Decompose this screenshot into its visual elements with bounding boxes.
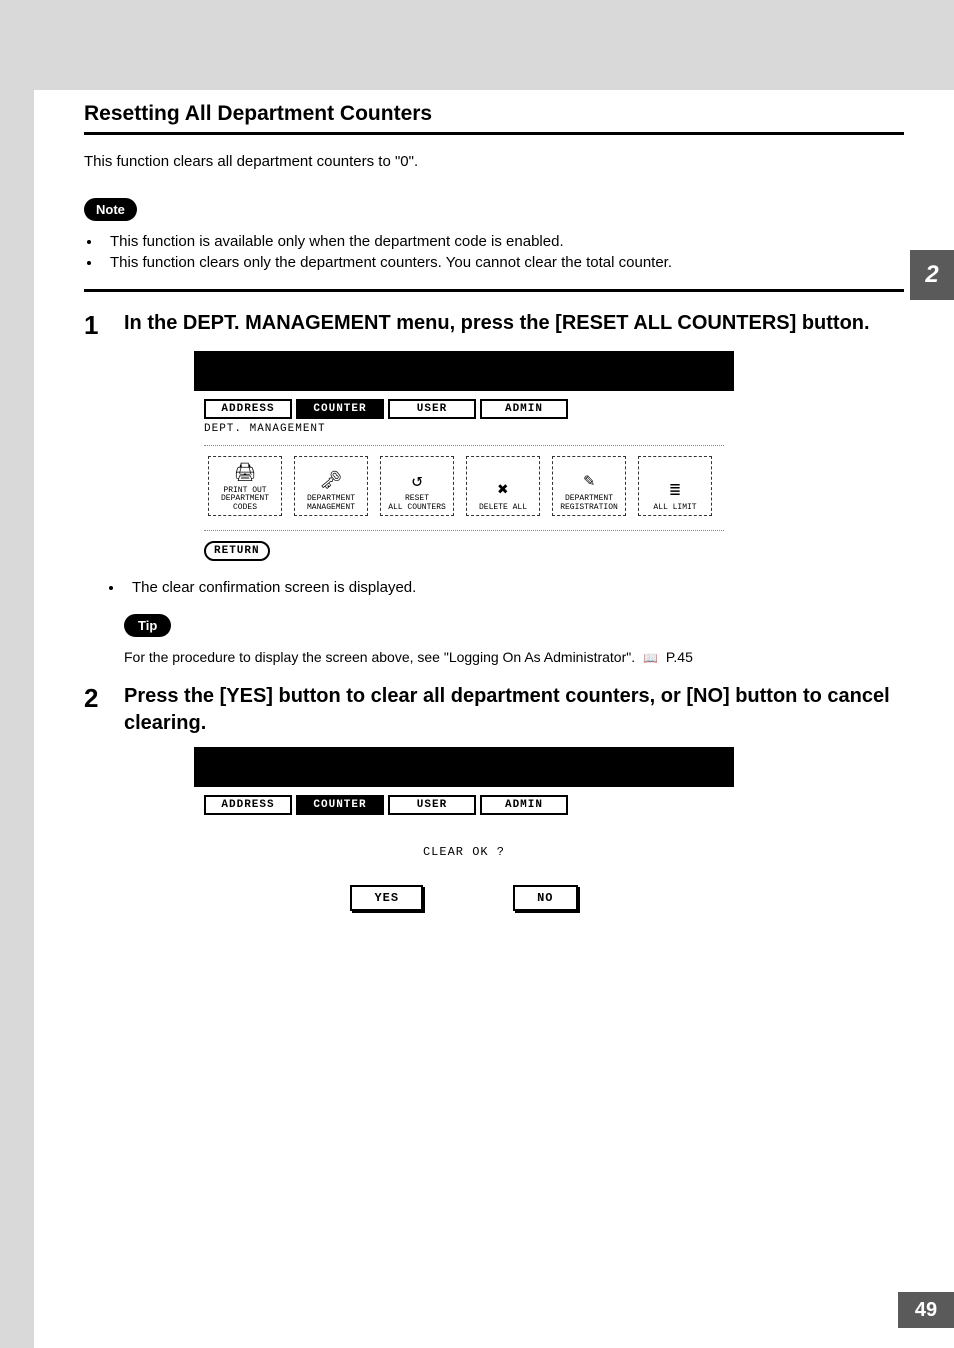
page-number: 49 [898, 1292, 954, 1328]
tab-user[interactable]: USER [388, 795, 476, 815]
tab-admin[interactable]: ADMIN [480, 795, 568, 815]
printer-icon: 🖨 [234, 465, 257, 483]
btn-all-limit[interactable]: ≣ALL LIMIT [638, 456, 712, 516]
tab-row: ADDRESS COUNTER USER ADMIN [204, 399, 724, 419]
confirm-question: CLEAR OK ? [214, 845, 714, 859]
tab-user[interactable]: USER [388, 399, 476, 419]
step1-result: The clear confirmation screen is display… [124, 579, 904, 596]
page-reference: P.45 [666, 649, 693, 665]
intro-text: This function clears all department coun… [84, 153, 904, 170]
btn-delete-all[interactable]: ✖DELETE ALL [466, 456, 540, 516]
key-icon: 🗝 [320, 473, 343, 491]
screen-subheader: DEPT. MANAGEMENT [204, 423, 724, 435]
screenshot-dept-management: ADDRESS COUNTER USER ADMIN DEPT. MANAGEM… [194, 351, 734, 569]
note-item: This function is available only when the… [102, 233, 904, 250]
btn-reset-all-counters[interactable]: ↺RESET ALL COUNTERS [380, 456, 454, 516]
step-instruction: Press the [YES] button to clear all depa… [124, 683, 904, 737]
note-item: This function clears only the department… [102, 254, 904, 271]
book-icon [639, 649, 662, 665]
btn-dept-registration[interactable]: ✎DEPARTMENT REGISTRATION [552, 456, 626, 516]
tab-counter[interactable]: COUNTER [296, 399, 384, 419]
register-icon: ✎ [584, 473, 595, 491]
delete-icon: ✖ [498, 482, 509, 500]
step-number: 1 [84, 310, 124, 341]
chapter-tab: 2 [910, 250, 954, 300]
tab-address[interactable]: ADDRESS [204, 795, 292, 815]
reset-icon: ↺ [412, 473, 423, 491]
no-button[interactable]: NO [513, 885, 577, 911]
section-title: Resetting All Department Counters [84, 102, 904, 135]
tip-badge: Tip [124, 614, 171, 637]
return-button[interactable]: RETURN [204, 541, 270, 561]
tab-admin[interactable]: ADMIN [480, 399, 568, 419]
btn-print-out-codes[interactable]: 🖨PRINT OUT DEPARTMENT CODES [208, 456, 282, 516]
yes-button[interactable]: YES [350, 885, 423, 911]
screenshot-confirm: ADDRESS COUNTER USER ADMIN CLEAR OK ? YE… [194, 747, 734, 949]
step-instruction: In the DEPT. MANAGEMENT menu, press the … [124, 310, 870, 341]
step-number: 2 [84, 683, 124, 737]
tip-text: For the procedure to display the screen … [124, 649, 904, 665]
note-list: This function is available only when the… [84, 233, 904, 271]
btn-dept-management[interactable]: 🗝DEPARTMENT MANAGEMENT [294, 456, 368, 516]
limit-icon: ≣ [670, 482, 681, 500]
note-badge: Note [84, 198, 137, 221]
tab-row: ADDRESS COUNTER USER ADMIN [204, 795, 724, 815]
tab-address[interactable]: ADDRESS [204, 399, 292, 419]
step-1: 1 In the DEPT. MANAGEMENT menu, press th… [84, 310, 904, 341]
tab-counter[interactable]: COUNTER [296, 795, 384, 815]
step-2: 2 Press the [YES] button to clear all de… [84, 683, 904, 737]
divider [84, 289, 904, 292]
